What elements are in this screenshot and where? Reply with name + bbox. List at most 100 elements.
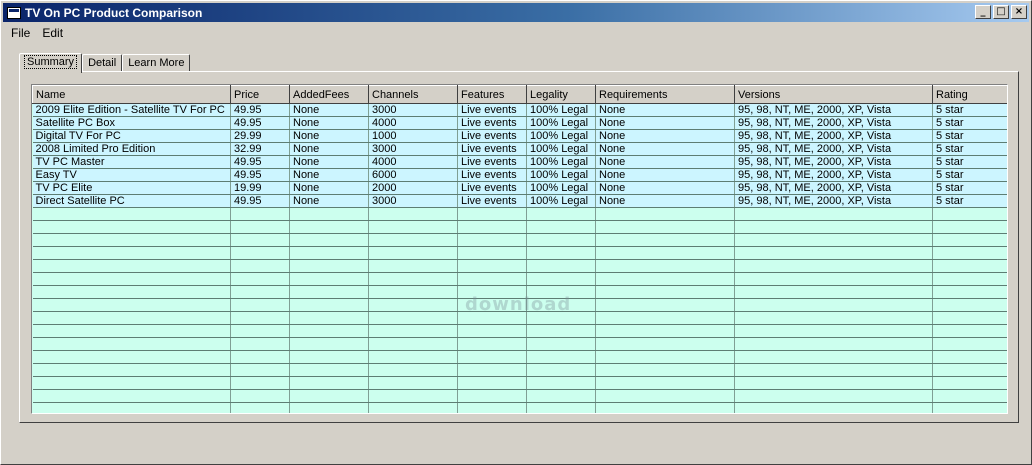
table-row[interactable]: Easy TV 49.95 None 6000 Live events 100% Lega…	[32, 168, 1007, 182]
empty-table-cell[interactable]	[457, 259, 527, 273]
empty-table-cell[interactable]	[734, 246, 933, 260]
table-cell[interactable]: 5 star	[932, 168, 1007, 182]
empty-table-cell[interactable]	[932, 233, 1007, 247]
empty-table-cell[interactable]	[457, 311, 527, 325]
table-cell[interactable]: Live events	[457, 103, 527, 117]
empty-table-cell[interactable]	[457, 233, 527, 247]
empty-table-cell[interactable]	[932, 272, 1007, 286]
empty-table-cell[interactable]	[932, 298, 1007, 312]
column-header-versions[interactable]: Versions	[734, 85, 933, 104]
table-cell[interactable]: 6000	[368, 168, 458, 182]
table-cell[interactable]: 95, 98, NT, ME, 2000, XP, Vista	[734, 168, 933, 182]
empty-table-cell[interactable]	[932, 207, 1007, 221]
table-cell[interactable]: Live events	[457, 181, 527, 195]
empty-table-cell[interactable]	[595, 259, 735, 273]
empty-table-cell[interactable]	[526, 233, 596, 247]
empty-table-cell[interactable]	[734, 363, 933, 377]
empty-table-cell[interactable]	[734, 389, 933, 403]
empty-table-cell[interactable]	[289, 207, 369, 221]
empty-table-cell[interactable]	[932, 402, 1007, 413]
empty-table-cell[interactable]	[230, 246, 290, 260]
empty-table-cell[interactable]	[526, 285, 596, 299]
empty-table-cell[interactable]	[368, 363, 458, 377]
empty-table-cell[interactable]	[526, 220, 596, 234]
empty-table-cell[interactable]	[289, 311, 369, 325]
empty-table-cell[interactable]	[457, 272, 527, 286]
empty-table-cell[interactable]	[595, 233, 735, 247]
empty-table-cell[interactable]	[32, 272, 231, 286]
table-cell[interactable]: None	[595, 168, 735, 182]
empty-table-cell[interactable]	[932, 285, 1007, 299]
empty-table-cell[interactable]	[230, 272, 290, 286]
empty-table-cell[interactable]	[457, 376, 527, 390]
empty-table-cell[interactable]	[230, 350, 290, 364]
table-cell[interactable]: 100% Legal	[526, 155, 596, 169]
empty-table-cell[interactable]	[734, 233, 933, 247]
empty-table-cell[interactable]	[526, 376, 596, 390]
table-cell[interactable]: None	[595, 116, 735, 130]
empty-table-cell[interactable]	[734, 376, 933, 390]
table-cell[interactable]: Direct Satellite PC	[32, 194, 231, 208]
table-cell[interactable]: 5 star	[932, 181, 1007, 195]
empty-table-cell[interactable]	[230, 220, 290, 234]
empty-table-cell[interactable]	[526, 363, 596, 377]
table-cell[interactable]: 49.95	[230, 155, 290, 169]
table-cell[interactable]: None	[289, 181, 369, 195]
table-cell[interactable]: 32.99	[230, 142, 290, 156]
title-bar[interactable]: TV On PC Product Comparison _ □ ×	[3, 3, 1029, 22]
empty-table-row[interactable]	[32, 324, 1007, 338]
empty-table-cell[interactable]	[932, 246, 1007, 260]
empty-table-cell[interactable]	[289, 246, 369, 260]
empty-table-cell[interactable]	[289, 389, 369, 403]
minimize-button[interactable]: _	[975, 5, 991, 19]
empty-table-cell[interactable]	[32, 285, 231, 299]
app-window-icon[interactable]	[7, 6, 21, 19]
column-header-price[interactable]: Price	[230, 85, 290, 104]
table-cell[interactable]: 2000	[368, 181, 458, 195]
table-cell[interactable]: 100% Legal	[526, 181, 596, 195]
empty-table-cell[interactable]	[734, 311, 933, 325]
empty-table-row[interactable]	[32, 259, 1007, 273]
empty-table-cell[interactable]	[932, 311, 1007, 325]
table-cell[interactable]: 49.95	[230, 168, 290, 182]
table-cell[interactable]: 49.95	[230, 116, 290, 130]
empty-table-row[interactable]	[32, 402, 1007, 413]
table-cell[interactable]: 100% Legal	[526, 168, 596, 182]
empty-table-cell[interactable]	[32, 233, 231, 247]
empty-table-row[interactable]	[32, 363, 1007, 377]
table-cell[interactable]: Satellite PC Box	[32, 116, 231, 130]
table-cell[interactable]: 1000	[368, 129, 458, 143]
menu-file[interactable]: File	[3, 24, 36, 42]
table-cell[interactable]: 100% Legal	[526, 116, 596, 130]
table-cell[interactable]: 95, 98, NT, ME, 2000, XP, Vista	[734, 116, 933, 130]
empty-table-cell[interactable]	[368, 337, 458, 351]
empty-table-cell[interactable]	[734, 259, 933, 273]
empty-table-cell[interactable]	[932, 324, 1007, 338]
empty-table-cell[interactable]	[526, 298, 596, 312]
menu-edit[interactable]: Edit	[36, 24, 69, 42]
maximize-button[interactable]: □	[993, 5, 1009, 19]
empty-table-cell[interactable]	[932, 259, 1007, 273]
empty-table-cell[interactable]	[32, 350, 231, 364]
empty-table-cell[interactable]	[734, 350, 933, 364]
empty-table-cell[interactable]	[230, 376, 290, 390]
empty-table-cell[interactable]	[230, 298, 290, 312]
table-row[interactable]: TV PC Master 49.95 None 4000 Live events 100%…	[32, 155, 1007, 169]
empty-table-cell[interactable]	[457, 350, 527, 364]
empty-table-cell[interactable]	[289, 376, 369, 390]
empty-table-cell[interactable]	[368, 389, 458, 403]
empty-table-cell[interactable]	[368, 350, 458, 364]
table-row[interactable]: TV PC Elite 19.99 None 2000 Live events 100% …	[32, 181, 1007, 195]
empty-table-cell[interactable]	[230, 324, 290, 338]
column-header-legality[interactable]: Legality	[526, 85, 596, 104]
table-cell[interactable]: Live events	[457, 194, 527, 208]
table-row[interactable]: 2008 Limited Pro Edition 32.99 None 3000 Liv…	[32, 142, 1007, 156]
table-row[interactable]: Digital TV For PC 29.99 None 1000 Live event…	[32, 129, 1007, 143]
table-cell[interactable]: None	[289, 129, 369, 143]
empty-table-cell[interactable]	[289, 350, 369, 364]
empty-table-cell[interactable]	[595, 389, 735, 403]
empty-table-cell[interactable]	[32, 376, 231, 390]
table-cell[interactable]: 95, 98, NT, ME, 2000, XP, Vista	[734, 155, 933, 169]
empty-table-cell[interactable]	[526, 311, 596, 325]
empty-table-cell[interactable]	[368, 285, 458, 299]
